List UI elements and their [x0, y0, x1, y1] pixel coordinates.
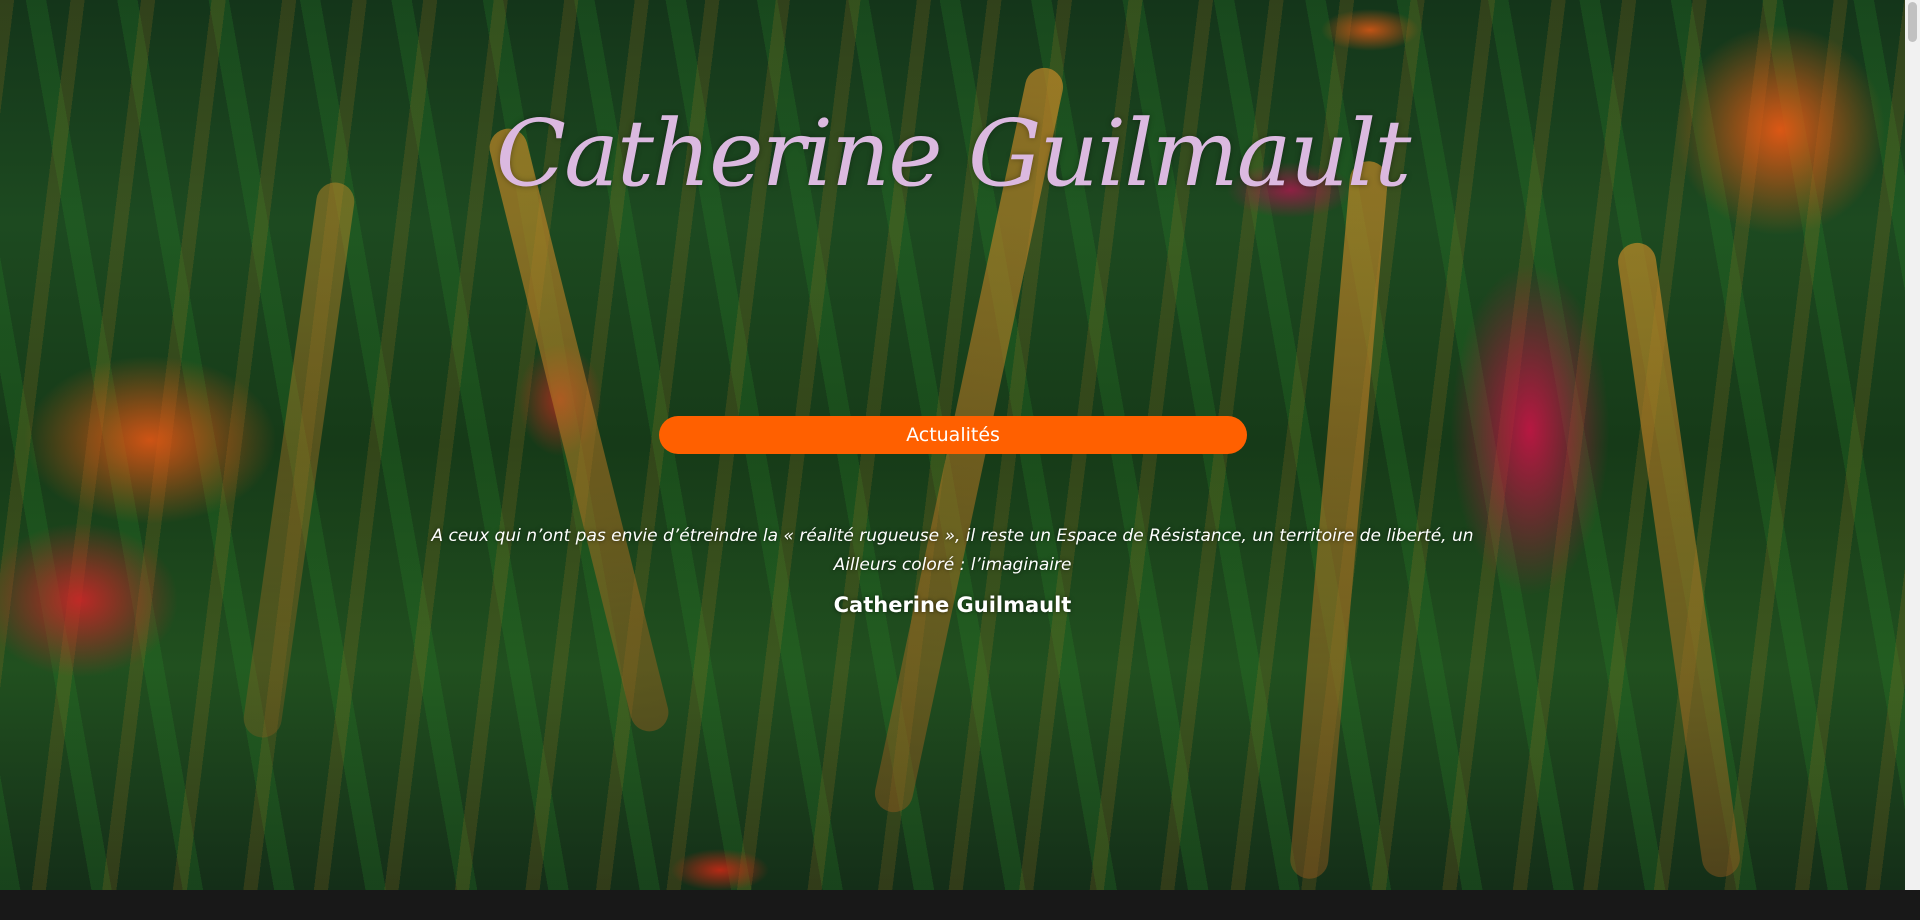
site-title[interactable]: Catherine Guilmault [0, 100, 1905, 207]
vertical-scrollbar[interactable] [1905, 0, 1920, 890]
painting-stalk [1615, 240, 1743, 880]
quote-author: Catherine Guilmault [833, 593, 1072, 617]
scrollbar-thumb[interactable] [1908, 2, 1917, 42]
hero-quote: A ceux qui n’ont pas envie d’étreindre l… [431, 526, 1474, 575]
painting-stalk [485, 124, 673, 736]
painting-stalk [1288, 159, 1390, 881]
page-viewport: Catherine Guilmault Actualités A ceux qu… [0, 0, 1905, 890]
painting-stalk [241, 180, 357, 740]
news-button[interactable]: Actualités [659, 416, 1247, 454]
footer-bar [0, 890, 1920, 920]
